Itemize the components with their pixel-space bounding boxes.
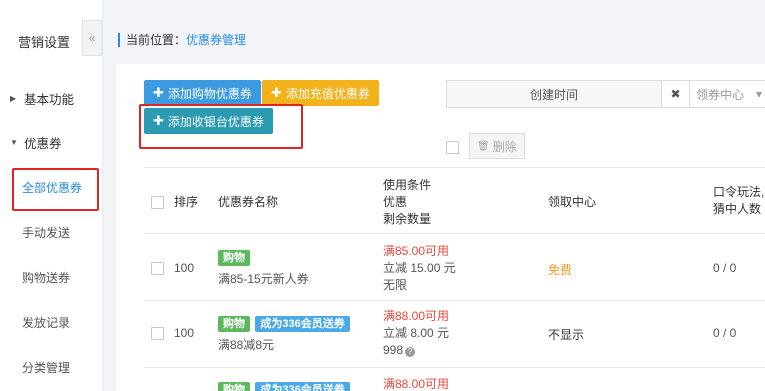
tag-member-gift: 成为336会员送券 <box>255 316 350 332</box>
row-sort: 100 <box>174 261 195 275</box>
tag-shopping: 购物 <box>218 316 250 332</box>
select-all-checkbox[interactable] <box>151 196 164 209</box>
condition-text: 满88.00可用 <box>383 309 450 323</box>
collapse-sidebar-button[interactable]: « <box>82 20 102 56</box>
button-label: 添加购物优惠券 <box>167 86 252 101</box>
tag-shopping: 购物 <box>218 250 250 266</box>
coupon-name: 满88减8元 <box>218 338 275 352</box>
remaining-text: 无限 <box>383 278 408 292</box>
discount-text: 立减 8.00 元 <box>383 326 450 340</box>
coupon-center-select[interactable]: 领券中心 ▾ <box>690 80 765 108</box>
header-kouling: 口令玩法, 猜中人数 <box>713 184 764 218</box>
delete-button[interactable]: 🗑 删除 <box>469 133 525 159</box>
plus-icon: ✚ <box>271 85 282 100</box>
breadcrumb: 当前位置：优惠券管理 <box>118 33 246 47</box>
remaining-value: 998 <box>383 343 404 357</box>
condition-text: 满85.00可用 <box>383 244 450 258</box>
condition-text: 满88.00可用 <box>383 377 450 391</box>
coupon-center-status: 不显示 <box>548 328 585 342</box>
sidebar-item-manual-send[interactable]: 手动发送 <box>22 224 70 241</box>
sidebar-group-label: 优惠券 <box>24 137 62 151</box>
sidebar-group-basic[interactable]: ▶ 基本功能 <box>10 89 74 108</box>
clear-filter-button[interactable]: ✖ <box>662 80 690 108</box>
sidebar-item-category[interactable]: 分类管理 <box>22 359 70 376</box>
header-kouling-line1: 口令玩法, <box>713 185 765 199</box>
tag-member-gift: 成为336会员送券 <box>255 382 350 391</box>
header-condition: 使用条件 优惠 剩余数量 <box>383 177 431 228</box>
row-sort: 100 <box>174 326 195 340</box>
select-value: 领券中心 <box>696 87 745 102</box>
coupon-condition: 满88.00可用 立减 8.00 元 998? <box>383 308 449 359</box>
coupon-name: 满85-15元新人券 <box>218 272 309 286</box>
created-time-filter[interactable]: 创建时间 <box>446 80 662 108</box>
breadcrumb-current[interactable]: 优惠券管理 <box>186 33 246 47</box>
sidebar-group-label: 基本功能 <box>24 93 75 107</box>
coupon-center-status: 免费 <box>548 263 573 277</box>
coupon-condition: 满85.00可用 立减 15.00 元 无限 <box>383 243 456 294</box>
discount-text: 立减 15.00 元 <box>383 261 456 275</box>
caret-right-icon: ▶ <box>10 94 17 103</box>
coupon-tags: 购物 <box>218 250 252 266</box>
sidebar-item-purchase-gift[interactable]: 购物送券 <box>22 269 70 286</box>
button-label: 添加充值优惠券 <box>285 86 370 101</box>
divider <box>144 233 765 234</box>
header-discount-line: 优惠 <box>383 195 408 209</box>
tag-shopping: 购物 <box>218 382 250 391</box>
plus-icon: ✚ <box>153 85 164 100</box>
button-label: 删除 <box>492 139 517 154</box>
coupon-tags: 购物 成为336会员送券 <box>218 316 352 332</box>
sidebar-group-coupon[interactable]: ▼ 优惠券 <box>10 133 62 152</box>
header-name: 优惠券名称 <box>218 195 279 209</box>
sidebar-title: 营销设置 <box>18 35 71 50</box>
trash-icon: 🗑 <box>477 140 490 152</box>
kouling-count: 0 / 0 <box>713 326 737 340</box>
coupon-tags: 购物 成为336会员送券 <box>218 382 352 391</box>
remaining-text: 998? <box>383 342 449 359</box>
add-shopping-coupon-button[interactable]: ✚ 添加购物优惠券 <box>144 80 261 106</box>
header-sort: 排序 <box>174 195 199 209</box>
divider <box>144 167 765 168</box>
bulk-select-checkbox[interactable] <box>446 141 459 154</box>
help-icon[interactable]: ? <box>405 347 416 357</box>
chevron-down-icon: ▾ <box>756 87 763 101</box>
sidebar-item-issue-log[interactable]: 发放记录 <box>22 314 70 331</box>
row-checkbox[interactable] <box>151 262 164 275</box>
header-remaining-line: 剩余数量 <box>383 212 432 226</box>
kouling-count: 0 / 0 <box>713 261 737 275</box>
divider <box>144 300 765 301</box>
highlight-annotation <box>12 168 99 211</box>
header-kouling-line2: 猜中人数 <box>713 202 762 216</box>
add-recharge-coupon-button[interactable]: ✚ 添加充值优惠券 <box>262 80 379 106</box>
divider <box>144 367 765 368</box>
caret-down-icon: ▼ <box>10 138 18 147</box>
header-center: 领取中心 <box>548 195 597 209</box>
breadcrumb-prefix: 当前位置： <box>126 33 187 47</box>
highlight-annotation <box>139 104 303 149</box>
row-checkbox[interactable] <box>151 327 164 340</box>
header-condition-line: 使用条件 <box>383 178 432 192</box>
